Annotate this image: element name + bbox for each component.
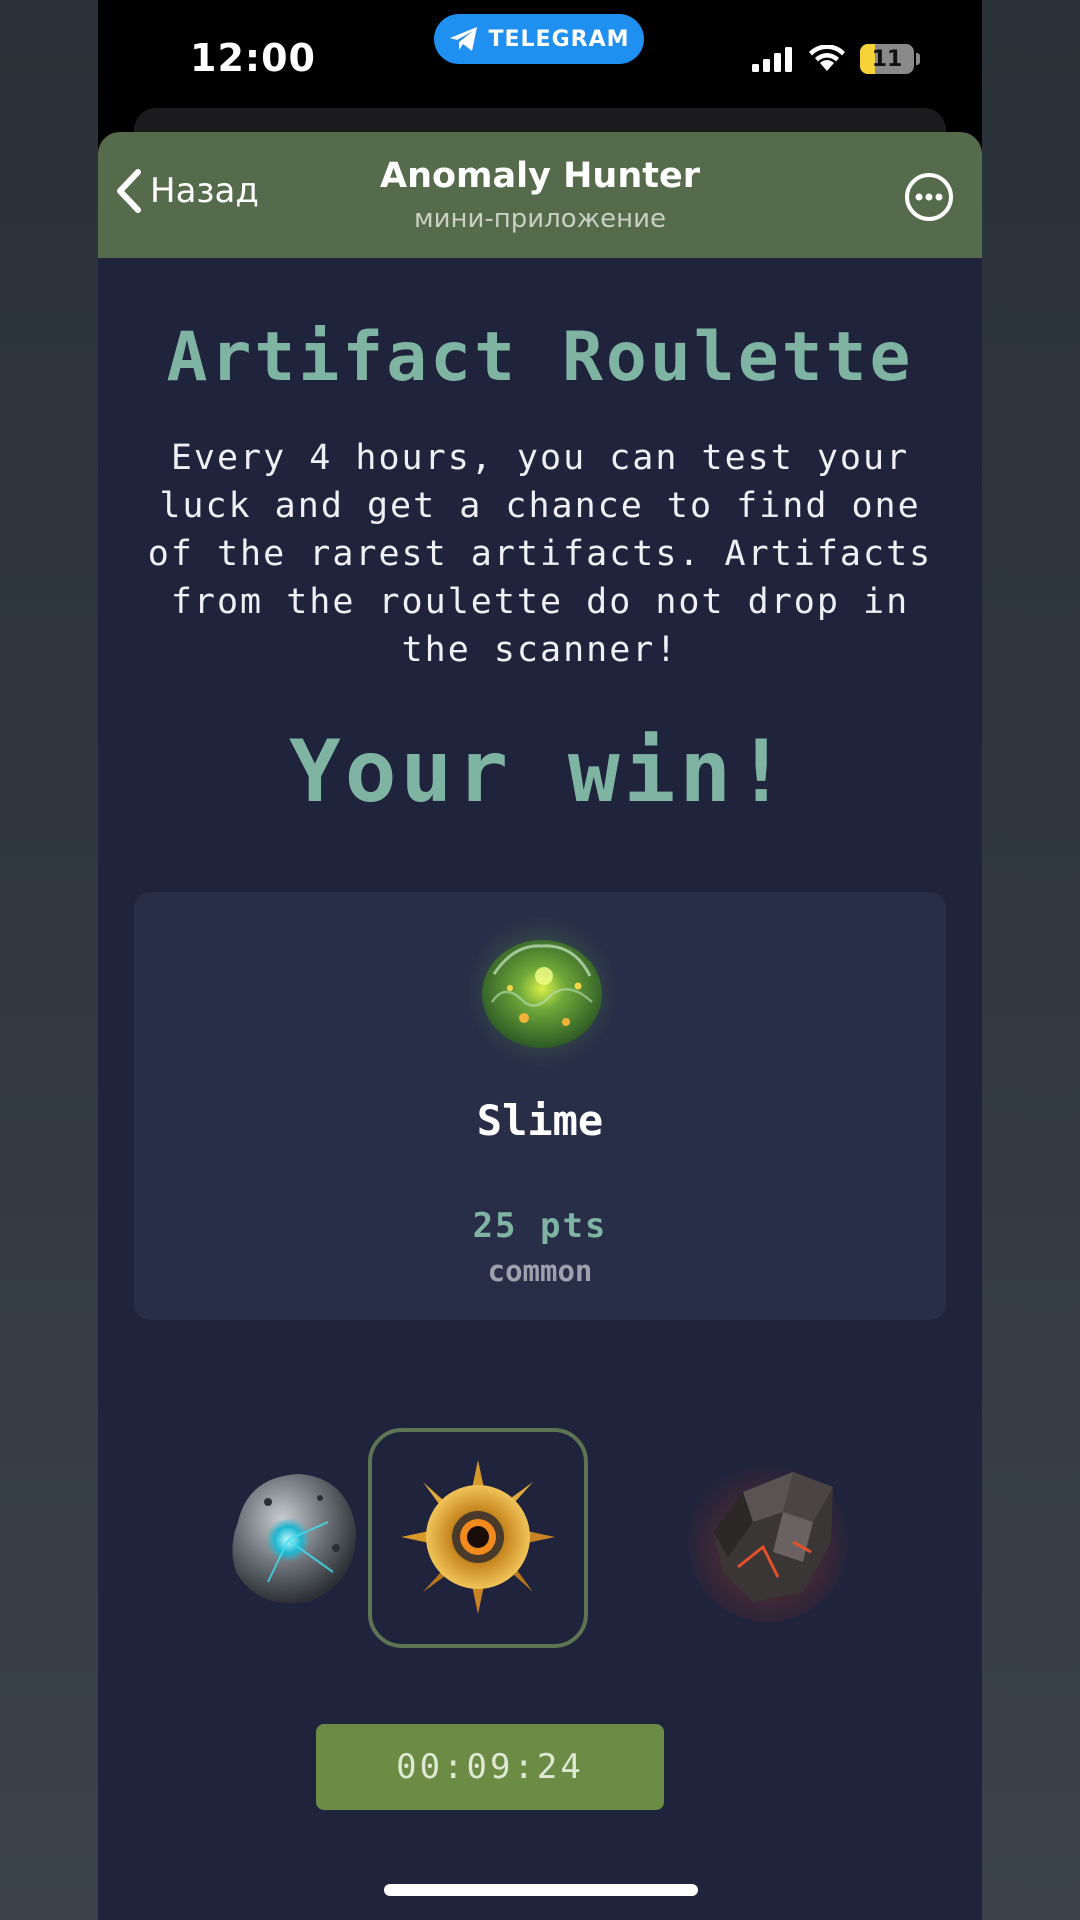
sunflower-artifact-icon <box>401 1460 555 1614</box>
roulette-description: Every 4 hours, you can test your luck an… <box>147 438 933 670</box>
status-time: 12:00 <box>190 36 316 80</box>
roulette-content: Artifact Roulette Every 4 hours, you can… <box>98 258 982 1920</box>
prize-rarity: common <box>487 1254 593 1288</box>
battery-tip <box>916 53 920 65</box>
telegram-pill-label: TELEGRAM <box>488 26 630 52</box>
prize-name: Slime <box>476 1096 604 1145</box>
wifi-icon <box>809 45 845 71</box>
prize-points: 25 pts <box>472 1206 608 1246</box>
battery-level: 11 <box>871 46 903 72</box>
telegram-pill[interactable]: TELEGRAM <box>434 14 644 64</box>
slime-artifact-icon <box>466 916 618 1068</box>
status-icons: 11 <box>752 44 920 74</box>
app-subtitle: мини-приложение <box>413 204 667 234</box>
phone-screen: 12:00 TELEGRAM 11 Назад Anomaly Hunter м… <box>98 0 982 1920</box>
cellular-signal-icon <box>752 47 792 72</box>
mini-app-header: Назад Anomaly Hunter мини-приложение <box>98 132 982 258</box>
cooldown-timer[interactable]: 00:09:24 <box>316 1724 664 1810</box>
home-indicator <box>384 1884 698 1896</box>
metal-sphere-artifact-icon <box>232 1474 357 1604</box>
win-heading: Your win! <box>289 722 791 822</box>
app-title: Anomaly Hunter <box>380 156 700 196</box>
page-title: Artifact Roulette <box>166 318 914 397</box>
prize-card: Slime 25 pts common <box>134 892 946 1320</box>
telegram-icon <box>449 27 477 51</box>
more-options-button[interactable] <box>904 172 954 226</box>
lava-rock-artifact-icon <box>688 1462 848 1622</box>
roulette-reel[interactable] <box>98 1428 982 1658</box>
more-icon <box>905 173 953 221</box>
battery-icon: 11 <box>860 44 914 74</box>
